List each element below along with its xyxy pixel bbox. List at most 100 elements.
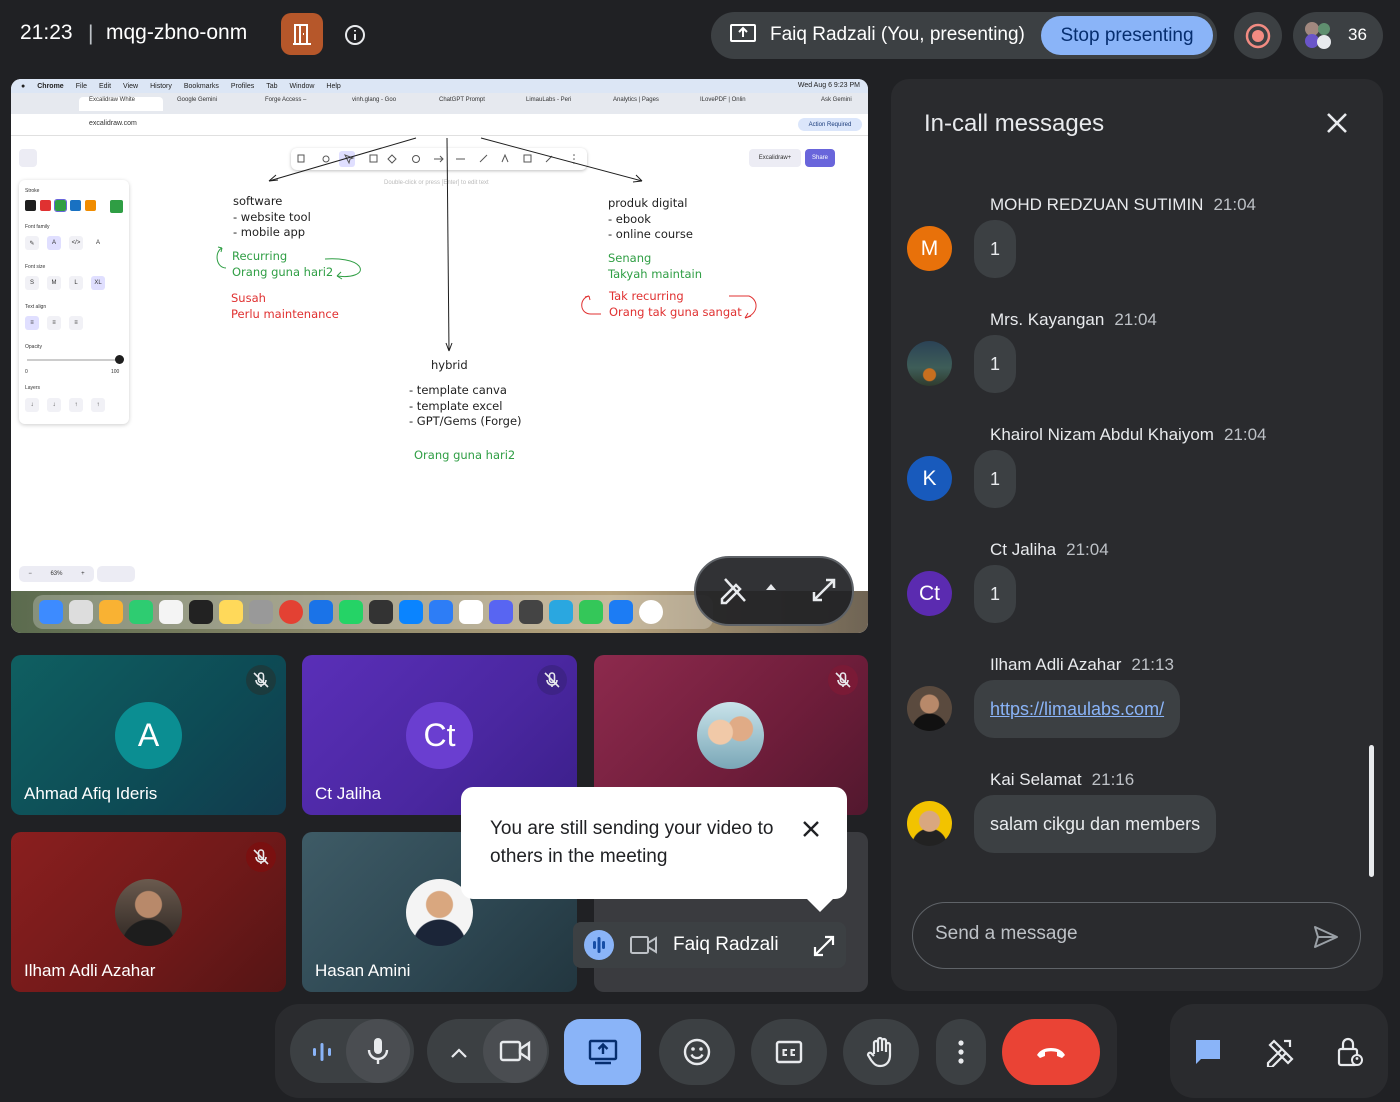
keynote-icon <box>429 600 453 624</box>
avatar: Ct <box>907 571 952 616</box>
chat-button[interactable] <box>1190 1034 1226 1070</box>
stop-presenting-button[interactable]: Stop presenting <box>1041 16 1213 55</box>
tooltip-tail <box>806 898 834 912</box>
sender-name: Ct Jaliha <box>990 540 1057 559</box>
video-options-button[interactable] <box>445 1039 473 1067</box>
raise-hand-button[interactable] <box>843 1019 919 1085</box>
send-icon[interactable] <box>1312 923 1340 951</box>
text-software: software - website tool - mobile app <box>233 194 311 239</box>
recording-button[interactable] <box>1234 12 1282 59</box>
shared-screen: ● Chrome File Edit View History Bookmark… <box>11 79 868 633</box>
text-susah: Susah Perlu maintenance <box>231 291 339 321</box>
sender-name: Khairol Nizam Abdul Khaiyom <box>990 425 1214 444</box>
captions-button[interactable] <box>751 1019 827 1085</box>
avatar: Ct <box>406 702 473 769</box>
message-link[interactable]: https://limaulabs.com/ <box>974 680 1181 738</box>
finder-icon <box>39 600 63 624</box>
host-controls-button[interactable] <box>1332 1034 1368 1070</box>
browser-urlbar: excalidraw.com Action Required <box>11 114 868 136</box>
avatar <box>907 686 952 731</box>
participant-name: Ct Jaliha <box>315 784 382 803</box>
menu-item: Help <box>326 82 341 90</box>
annotate-icon[interactable] <box>718 573 748 609</box>
vscode-icon <box>399 600 423 624</box>
ask-gemini: Ask Gemini <box>821 97 852 103</box>
chat-scrollbar[interactable] <box>1369 745 1374 877</box>
message-time: 21:16 <box>1091 770 1135 789</box>
app-icon <box>519 600 543 624</box>
chrome-icon <box>279 600 303 624</box>
audio-level-button[interactable] <box>305 1035 339 1069</box>
dock-icons <box>33 595 713 629</box>
calendar-icon <box>459 600 483 624</box>
message-sender: Kai Selamat 21:16 <box>990 770 1134 790</box>
mic-off-icon <box>246 842 276 872</box>
participant-name: Ilham Adli Azahar <box>24 961 156 980</box>
audio-level-icon <box>584 930 614 960</box>
message-time: 21:04 <box>1114 310 1157 329</box>
mic-off-icon <box>246 665 276 695</box>
message-bubble: 1 <box>974 335 1017 393</box>
close-icon[interactable] <box>1323 109 1351 137</box>
zoom-level: 63% <box>50 571 63 577</box>
terminal-icon <box>189 600 213 624</box>
meeting-info-button[interactable] <box>340 20 370 50</box>
microphone-button[interactable] <box>346 1019 410 1083</box>
camera-icon[interactable] <box>629 934 659 956</box>
reactions-button[interactable] <box>659 1019 735 1085</box>
message-bubble: 1 <box>974 565 1017 623</box>
avatar: K <box>907 456 952 501</box>
captions-icon <box>775 1040 803 1064</box>
avatar <box>697 702 764 769</box>
menubar-datetime: Wed Aug 6 9:23 PM <box>797 82 860 89</box>
close-icon[interactable] <box>799 817 823 841</box>
text-hybrid-list: - template canva - template excel - GPT/… <box>409 383 522 428</box>
menu-item: View <box>123 82 139 90</box>
text-senang: Senang Takyah maintain <box>608 251 702 281</box>
browser-tabbar: Excalidraw White Google Gemini Forge Acc… <box>11 93 868 114</box>
participants-button[interactable]: 36 <box>1293 12 1383 59</box>
message-sender: Mrs. Kayangan 21:04 <box>990 310 1157 330</box>
presentation-overlay-controls <box>694 556 854 626</box>
participant-tile[interactable]: A Ahmad Afiq Ideris <box>11 655 286 815</box>
zoom-out-icon: − <box>28 571 32 577</box>
browser-tab: ChatGPT Prompt <box>439 97 485 103</box>
leave-call-button[interactable] <box>1002 1019 1100 1085</box>
record-icon <box>1245 23 1271 48</box>
numbers-icon <box>579 600 603 624</box>
photos-icon <box>99 600 123 624</box>
expand-icon[interactable] <box>812 934 836 958</box>
discord-icon <box>489 600 513 624</box>
participant-tile[interactable]: Ilham Adli Azahar <box>11 832 286 992</box>
fullscreen-icon[interactable] <box>810 576 838 604</box>
message-input[interactable] <box>935 923 1295 945</box>
browser-tab: Forge Access – <box>265 97 307 103</box>
side-controls <box>1170 1004 1388 1098</box>
video-reminder-tooltip: You are still sending your video to othe… <box>461 787 847 912</box>
mac-menubar: ● Chrome File Edit View History Bookmark… <box>11 79 868 93</box>
participant-count: 36 <box>1348 25 1367 44</box>
facetime-icon <box>129 600 153 624</box>
menu-item: File <box>75 82 87 90</box>
end-call-icon <box>1037 1048 1065 1058</box>
camera-button[interactable] <box>483 1019 547 1083</box>
avatar <box>907 801 952 846</box>
activities-button[interactable] <box>1261 1034 1297 1070</box>
chatgpt-icon <box>639 600 663 624</box>
more-options-button[interactable] <box>936 1019 986 1085</box>
clock: 21:23 <box>20 21 73 44</box>
message-time: 21:04 <box>1066 540 1109 559</box>
chevron-up-icon[interactable] <box>764 580 778 594</box>
present-screen-button[interactable] <box>564 1019 641 1085</box>
text-hybrid: hybrid <box>431 358 468 372</box>
in-call-messages-panel: In-call messages MOHD REDZUAN SUTIMIN 21:… <box>891 79 1383 991</box>
self-name: Faiq Radzali <box>673 934 779 955</box>
panel-title: In-call messages <box>924 110 1105 137</box>
breakout-door-button[interactable] <box>281 13 323 55</box>
message-sender: Khairol Nizam Abdul Khaiyom 21:04 <box>990 425 1267 445</box>
mic-icon <box>367 1038 389 1064</box>
meeting-code: mqg-zbno-onm <box>106 21 248 44</box>
slack-icon <box>369 600 393 624</box>
browser-tab: LimauLabs - Peri <box>526 97 572 103</box>
self-tile-bar: Faiq Radzali <box>573 922 846 968</box>
